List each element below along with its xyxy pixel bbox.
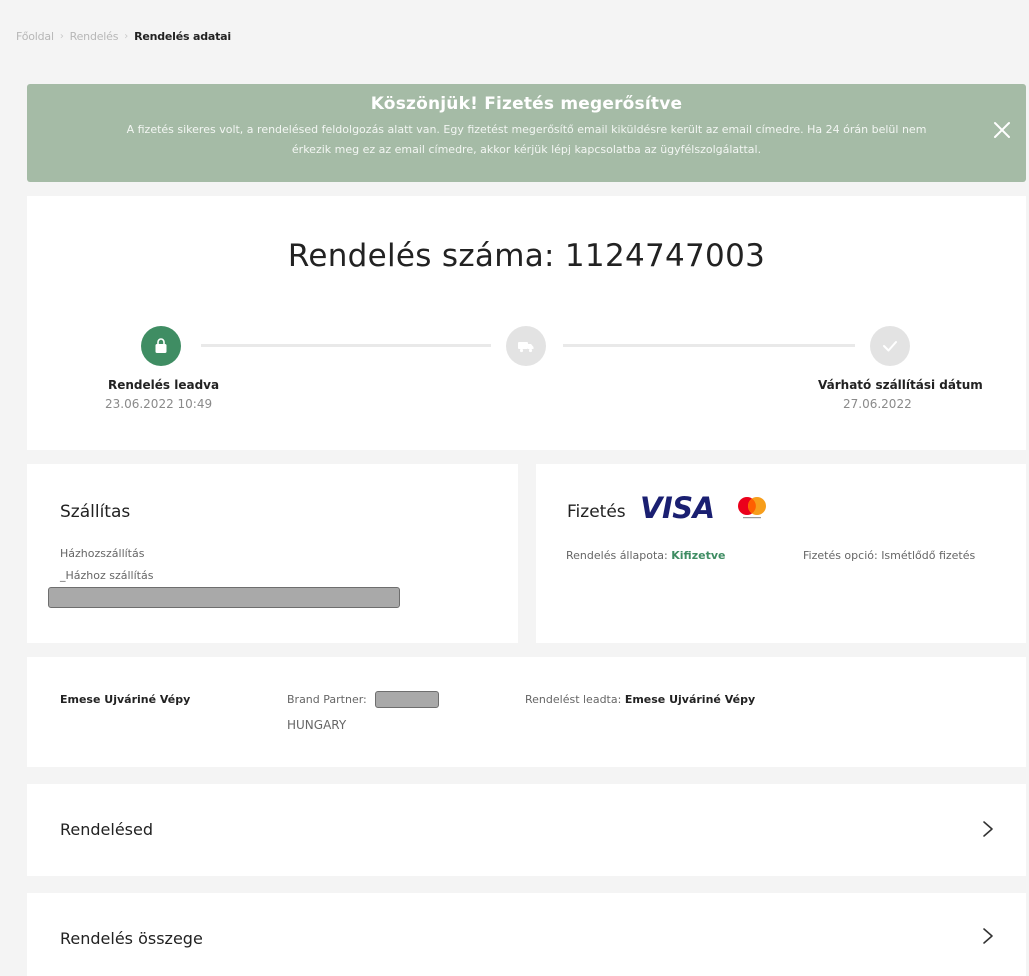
customer-info-card: Emese Ujváriné Vépy Brand Partner: HUNGA…	[27, 657, 1026, 767]
payment-option-label: Fizetés opció:	[803, 549, 878, 562]
shipping-address-redacted	[48, 587, 400, 608]
close-icon[interactable]	[990, 118, 1014, 142]
payment-option: Fizetés opció: Ismétlődő fizetés	[803, 549, 975, 562]
shipping-method: Házhozszállítás	[60, 547, 145, 560]
payment-title: Fizetés	[567, 502, 626, 522]
banner-message-line-2: érkezik meg ez az email címedre, akkor k…	[291, 143, 762, 156]
order-items-title: Rendelésed	[60, 820, 154, 839]
banner-message: A fizetés sikeres volt, a rendelésed fel…	[62, 120, 992, 160]
shipping-card: Szállítas Házhozszállítás _Házhoz szállí…	[27, 464, 518, 643]
step-label-order-placed: Rendelés leadva	[108, 378, 220, 392]
shipping-title: Szállítas	[60, 502, 131, 522]
breadcrumb-separator: ›	[59, 31, 64, 42]
progress-line	[563, 344, 855, 347]
customer-name: Emese Ujváriné Vépy	[60, 693, 191, 706]
payment-card: Fizetés VISA Rendelés állapota: Kifizetv…	[536, 464, 1026, 643]
placed-by-label: Rendelést leadta:	[525, 693, 622, 706]
step-shipping	[506, 326, 546, 366]
brand-partner-label: Brand Partner:	[287, 693, 367, 706]
breadcrumb-orders[interactable]: Rendelés	[70, 30, 119, 43]
visa-logo: VISA	[640, 491, 715, 525]
order-total-title: Rendelés összege	[60, 929, 203, 948]
brand-partner-redacted	[375, 691, 439, 708]
shipping-method-detail: _Házhoz szállítás	[60, 569, 154, 582]
chevron-right-icon[interactable]	[982, 927, 994, 945]
step-date-order-placed: 23.06.2022 10:49	[105, 397, 213, 411]
brand-partner-country: HUNGARY	[287, 718, 347, 732]
order-total-accordion[interactable]: Rendelés összege	[27, 893, 1026, 976]
order-number: Rendelés száma: 1124747003	[287, 238, 766, 274]
breadcrumb-home[interactable]: Főoldal	[16, 30, 54, 43]
step-date-delivery: 27.06.2022	[843, 397, 912, 411]
placed-by-name: Emese Ujváriné Vépy	[624, 693, 756, 706]
check-icon	[883, 341, 897, 352]
banner-title: Köszönjük! Fizetés megerősítve	[370, 94, 683, 114]
banner-message-line-1: A fizetés sikeres volt, a rendelésed fel…	[126, 123, 927, 136]
chevron-right-icon[interactable]	[982, 820, 994, 838]
placed-by: Rendelést leadta: Emese Ujváriné Vépy	[525, 693, 755, 706]
breadcrumb-separator: ›	[124, 31, 129, 42]
mastercard-logo	[734, 495, 770, 521]
order-items-accordion[interactable]: Rendelésed	[27, 784, 1026, 876]
order-status-label: Rendelés állapota:	[566, 549, 668, 562]
step-label-delivery: Várható szállítási dátum	[818, 378, 983, 392]
shopping-bag-icon	[155, 338, 167, 353]
payment-option-value: Ismétlődő fizetés	[881, 549, 976, 562]
step-delivery	[870, 326, 910, 366]
order-status-value: Kifizetve	[671, 549, 726, 562]
order-status-card: Rendelés száma: 1124747003 Rendelés lead…	[27, 196, 1026, 450]
progress-line	[201, 344, 491, 347]
payment-success-banner: Köszönjük! Fizetés megerősítve A fizetés…	[27, 84, 1026, 182]
breadcrumb: Főoldal › Rendelés › Rendelés adatai	[16, 30, 231, 43]
order-status: Rendelés állapota: Kifizetve	[566, 549, 725, 562]
breadcrumb-current: Rendelés adatai	[134, 30, 231, 43]
truck-icon	[518, 342, 534, 353]
step-order-placed	[141, 326, 181, 366]
